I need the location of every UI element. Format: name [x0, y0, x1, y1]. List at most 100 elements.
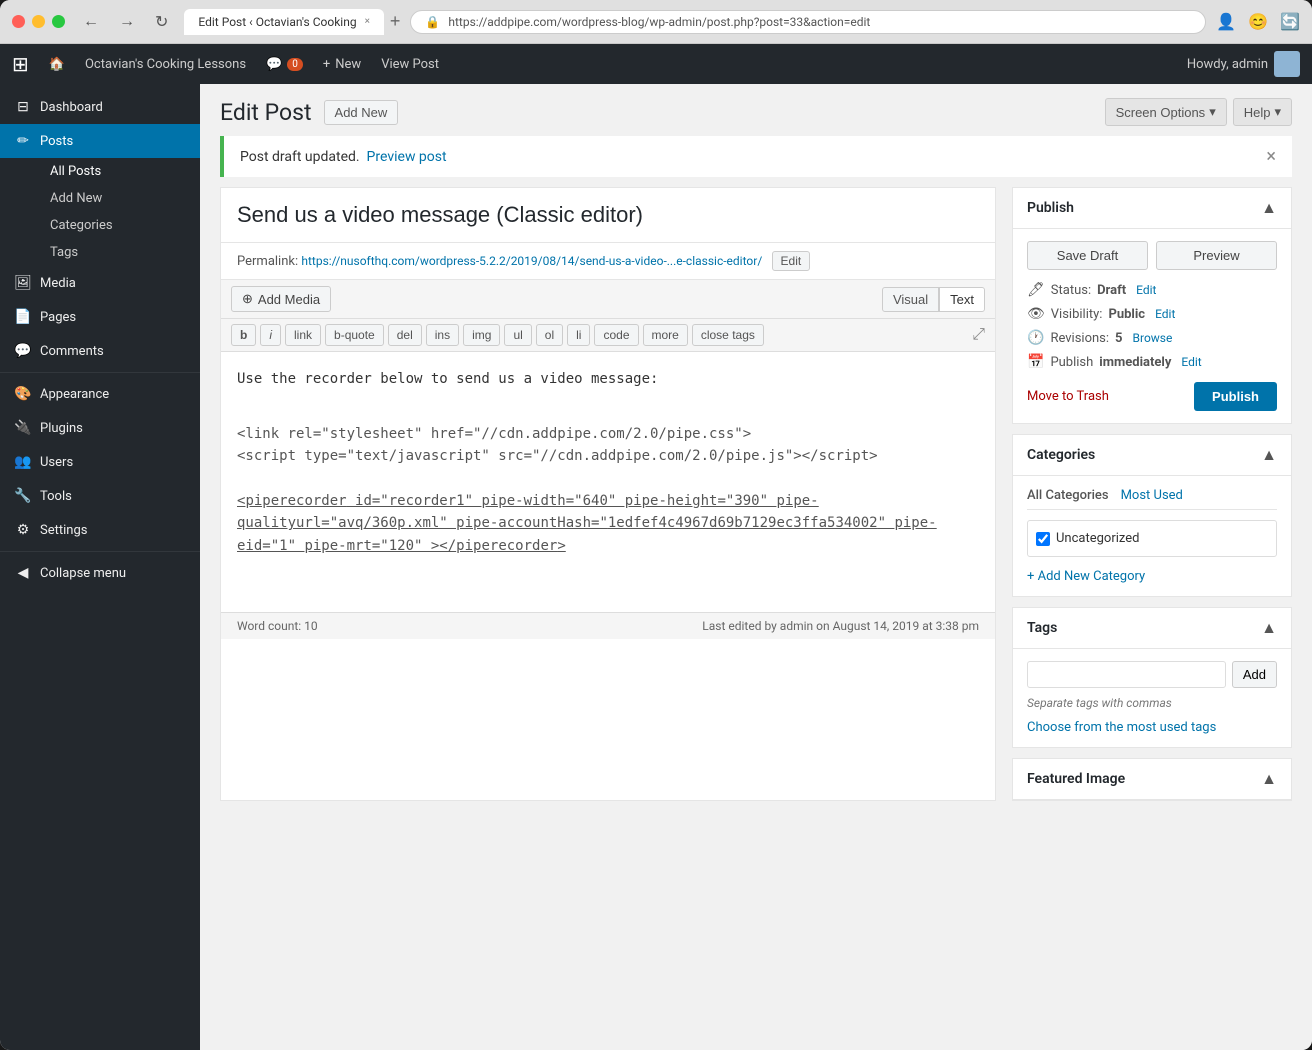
publish-panel-header[interactable]: Publish ▲: [1013, 188, 1291, 229]
back-btn[interactable]: ←: [77, 9, 105, 35]
all-categories-tab[interactable]: All Categories: [1027, 488, 1109, 503]
update-notice: Post draft updated. Preview post ×: [220, 136, 1292, 177]
revisions-value: 5: [1115, 331, 1122, 346]
admin-bar-site-name[interactable]: Octavian's Cooking Lessons: [75, 57, 256, 72]
fmt-li-btn[interactable]: li: [567, 324, 590, 346]
permalink-edit-btn[interactable]: Edit: [772, 251, 811, 271]
status-edit-link[interactable]: Edit: [1136, 283, 1156, 297]
fmt-close-tags-btn[interactable]: close tags: [692, 324, 764, 346]
preview-btn[interactable]: Preview: [1156, 241, 1277, 270]
sidebar-item-appearance[interactable]: 🎨 Appearance: [0, 377, 200, 411]
save-draft-btn[interactable]: Save Draft: [1027, 241, 1148, 270]
fmt-more-btn[interactable]: more: [643, 324, 688, 346]
publish-time-label: Publish: [1050, 355, 1093, 370]
expand-editor-btn[interactable]: ⤢: [972, 326, 985, 344]
sidebar-item-comments[interactable]: 💬 Comments: [0, 334, 200, 368]
sidebar-media-label: Media: [40, 276, 76, 291]
add-new-category-link[interactable]: + Add New Category: [1027, 569, 1145, 584]
add-media-btn[interactable]: ⊕ Add Media: [231, 286, 331, 312]
editor-content[interactable]: Use the recorder below to send us a vide…: [221, 352, 995, 612]
fmt-italic-btn[interactable]: i: [260, 324, 281, 346]
profile-icon[interactable]: 👤: [1216, 12, 1236, 31]
refresh-btn[interactable]: ↻: [149, 8, 174, 36]
text-btn[interactable]: Text: [939, 287, 985, 312]
sidebar-appearance-label: Appearance: [40, 387, 109, 402]
sidebar-sub-tags[interactable]: Tags: [36, 239, 200, 266]
extensions-icon[interactable]: 🔄: [1280, 12, 1300, 31]
tab-close-btn[interactable]: ×: [365, 16, 370, 27]
revisions-browse-link[interactable]: Browse: [1133, 331, 1173, 345]
permalink-bar: Permalink: https://nusofthq.com/wordpres…: [221, 243, 995, 280]
forward-btn[interactable]: →: [113, 9, 141, 35]
sidebar-item-collapse[interactable]: ◀ Collapse menu: [0, 556, 200, 590]
visual-btn[interactable]: Visual: [882, 287, 939, 312]
tags-add-btn[interactable]: Add: [1232, 661, 1277, 688]
address-bar[interactable]: 🔒 https://addpipe.com/wordpress-blog/wp-…: [410, 10, 1206, 34]
fmt-bold-btn[interactable]: b: [231, 324, 256, 346]
sidebar-item-plugins[interactable]: 🔌 Plugins: [0, 411, 200, 445]
maximize-window-btn[interactable]: [52, 15, 65, 28]
permalink-url[interactable]: https://nusofthq.com/wordpress-5.2.2/201…: [301, 254, 762, 268]
publish-btn[interactable]: Publish: [1194, 382, 1277, 411]
emoji-icon[interactable]: 😊: [1248, 12, 1268, 31]
sidebar-item-settings[interactable]: ⚙ Settings: [0, 513, 200, 547]
sidebar-item-posts[interactable]: ✏ Posts: [0, 124, 200, 158]
sidebar-sub-all-posts[interactable]: All Posts: [36, 158, 200, 185]
most-used-tab[interactable]: Most Used: [1121, 488, 1183, 503]
help-button[interactable]: Help ▾: [1233, 98, 1292, 126]
sidebar-item-media[interactable]: 🖼 Media: [0, 266, 200, 300]
notice-close-btn[interactable]: ×: [1266, 146, 1276, 167]
main-content: Edit Post Add New Screen Options ▾ Help …: [200, 84, 1312, 1050]
fmt-ins-btn[interactable]: ins: [426, 324, 459, 346]
sidebar-sub-categories[interactable]: Categories: [36, 212, 200, 239]
category-uncategorized: Uncategorized: [1036, 529, 1268, 548]
sidebar-item-pages[interactable]: 📄 Pages: [0, 300, 200, 334]
editor-footer: Word count: 10 Last edited by admin on A…: [221, 612, 995, 639]
tags-panel-header[interactable]: Tags ▲: [1013, 608, 1291, 649]
minimize-window-btn[interactable]: [32, 15, 45, 28]
fmt-del-btn[interactable]: del: [388, 324, 422, 346]
visibility-edit-link[interactable]: Edit: [1155, 307, 1175, 321]
fmt-code-btn[interactable]: code: [594, 324, 638, 346]
revisions-label: Revisions:: [1050, 331, 1109, 346]
tags-input[interactable]: [1027, 661, 1226, 688]
uncategorized-checkbox[interactable]: [1036, 532, 1050, 546]
publish-time-edit-link[interactable]: Edit: [1181, 355, 1201, 369]
featured-image-toggle-icon: ▲: [1261, 769, 1277, 789]
sidebar-item-tools[interactable]: 🔧 Tools: [0, 479, 200, 513]
admin-bar-new[interactable]: + New: [313, 57, 371, 72]
fmt-link-btn[interactable]: link: [285, 324, 321, 346]
browser-tab[interactable]: Edit Post ‹ Octavian's Cooking ×: [184, 9, 384, 35]
admin-bar-home[interactable]: 🏠: [39, 57, 75, 72]
fmt-ol-btn[interactable]: ol: [536, 324, 563, 346]
status-label: Status:: [1051, 283, 1091, 298]
post-title-input[interactable]: [221, 188, 995, 243]
screen-options-button[interactable]: Screen Options ▾: [1105, 98, 1227, 126]
close-window-btn[interactable]: [12, 15, 25, 28]
add-new-button[interactable]: Add New: [324, 100, 399, 125]
sidebar-settings-label: Settings: [40, 523, 87, 538]
sidebar-item-dashboard[interactable]: ⊟ Dashboard: [0, 90, 200, 124]
move-to-trash-link[interactable]: Move to Trash: [1027, 389, 1109, 404]
last-edited: Last edited by admin on August 14, 2019 …: [702, 619, 979, 633]
wp-logo-icon[interactable]: ⊞: [12, 52, 29, 76]
sidebar-sub-add-new[interactable]: Add New: [36, 185, 200, 212]
choose-tags-link[interactable]: Choose from the most used tags: [1027, 720, 1216, 735]
sidebar-collapse-label: Collapse menu: [40, 566, 126, 581]
featured-image-panel-header[interactable]: Featured Image ▲: [1013, 759, 1291, 800]
sidebar-item-users[interactable]: 👥 Users: [0, 445, 200, 479]
preview-post-link[interactable]: Preview post: [367, 149, 447, 165]
browser-titlebar: ← → ↻ Edit Post ‹ Octavian's Cooking × +…: [0, 0, 1312, 44]
new-tab-btn[interactable]: +: [390, 11, 401, 32]
fmt-bquote-btn[interactable]: b-quote: [325, 324, 384, 346]
admin-bar-comments[interactable]: 💬 0: [256, 57, 313, 72]
fmt-ul-btn[interactable]: ul: [504, 324, 531, 346]
fmt-img-btn[interactable]: img: [463, 324, 500, 346]
publish-panel-body: Save Draft Preview 🖊 Status: Draft Edit: [1013, 229, 1291, 423]
sidebar-comments-label: Comments: [40, 344, 104, 359]
content-line1: Use the recorder below to send us a vide…: [237, 368, 979, 390]
admin-bar-view-post[interactable]: View Post: [371, 57, 449, 72]
permalink-label: Permalink:: [237, 254, 298, 269]
categories-panel-header[interactable]: Categories ▲: [1013, 435, 1291, 476]
users-icon: 👥: [14, 454, 32, 470]
